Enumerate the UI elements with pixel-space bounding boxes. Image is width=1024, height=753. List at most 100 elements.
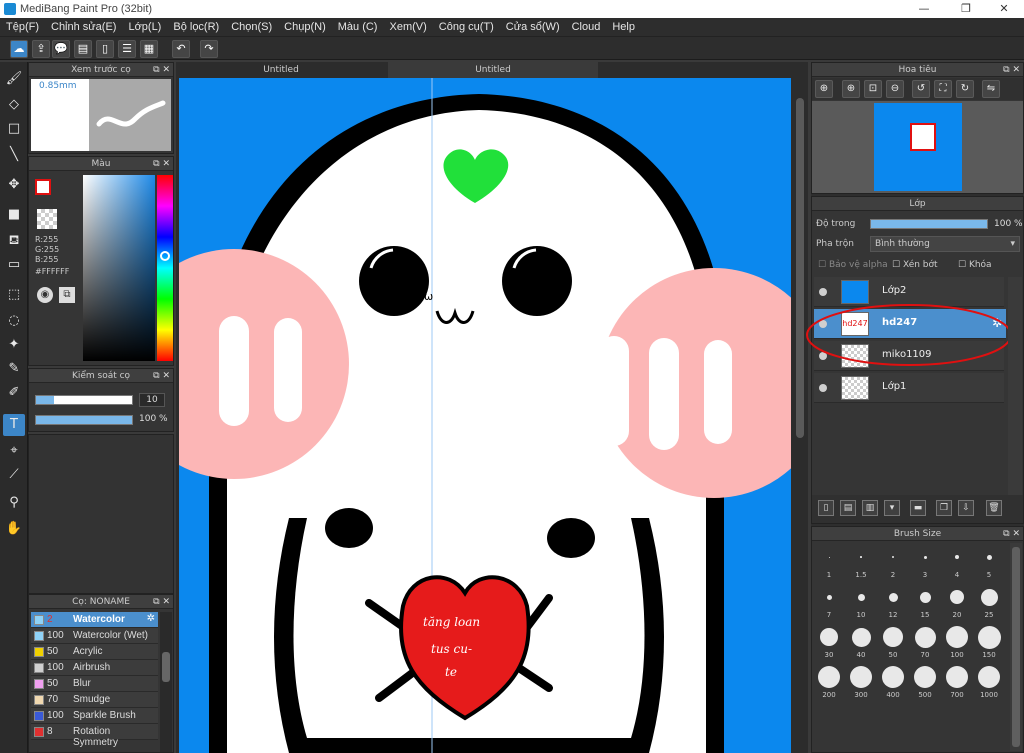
redo-icon[interactable]: ↷ [200,40,218,58]
document-tab[interactable]: Untitled [236,62,326,78]
transparent-swatch[interactable] [37,209,57,229]
new-layer-dropdown-icon[interactable]: ▾ [884,500,900,516]
comment-icon[interactable]: ▤ [74,40,92,58]
flip-icon[interactable]: ⇋ [982,80,1000,98]
checklist-icon[interactable]: ▦ [140,40,158,58]
document-tab-active[interactable]: Untitled [388,62,598,78]
lasso-tool-icon[interactable]: ◌ [3,310,25,332]
brush-item-rotation-symmetry[interactable]: 8 Rotation Symmetry [31,724,158,748]
zoom-out-icon[interactable]: ⊖ [886,80,904,98]
brush-size-cell[interactable]: 50 [878,623,908,661]
share-icon[interactable]: ⇪ [32,40,50,58]
zoom-plus-icon[interactable]: ⊕ [842,80,860,98]
select-rect-tool-icon[interactable]: ⬚ [3,284,25,306]
brush-size-cell[interactable]: 3 [910,543,940,581]
visibility-eye-icon[interactable] [819,288,827,296]
brush-size-cell[interactable]: 200 [814,663,844,701]
zoom-in-icon[interactable]: ⊕ [815,80,833,98]
brush-size-value[interactable]: 10 [139,393,165,407]
brush-size-cell[interactable]: 30 [814,623,844,661]
panel-float-close-icon[interactable]: ⧉ ✕ [153,157,170,171]
minimize-button[interactable]: — [904,0,944,18]
brush-size-scrollbar[interactable] [1010,543,1022,751]
brush-size-cell[interactable]: 12 [878,583,908,621]
menu-snap[interactable]: Chụp(N) [278,18,332,36]
brush-tool-icon[interactable]: 🖌 [3,68,25,90]
menu-help[interactable]: Help [606,18,641,36]
color-picker-icon[interactable]: ⧉ [59,287,75,303]
delete-layer-icon[interactable]: 🗑 [986,500,1002,516]
list-icon[interactable]: ☰ [118,40,136,58]
page-icon[interactable]: ▯ [96,40,114,58]
blend-mode-select[interactable]: Bình thường ▾ [870,236,1020,252]
new-halftone-layer-icon[interactable]: ▤ [840,500,856,516]
merge-down-icon[interactable]: ⇩ [958,500,974,516]
brush-size-cell[interactable]: 150 [974,623,1004,661]
primary-color-swatch[interactable] [35,179,51,195]
drawing-canvas[interactable]: ω tăng loan tus cu- te [179,78,791,753]
brush-size-cell[interactable]: 400 [878,663,908,701]
brush-size-cell[interactable]: 700 [942,663,972,701]
palette-icon[interactable]: ◉ [37,287,53,303]
menu-color[interactable]: Màu (C) [332,18,384,36]
brush-item-airbrush[interactable]: 100 Airbrush [31,660,158,676]
rotate-left-icon[interactable]: ↺ [912,80,930,98]
panel-float-close-icon[interactable]: ⧉ ✕ [1003,527,1020,541]
layer-scrollbar[interactable] [1008,277,1022,497]
menu-view[interactable]: Xem(V) [383,18,432,36]
brush-item-acrylic[interactable]: 50 Acrylic [31,644,158,660]
eyedropper-tool-icon[interactable]: ⚲ [3,492,25,514]
brush-item-sparkle[interactable]: 100 Sparkle Brush [31,708,158,724]
brush-size-cell[interactable]: 1.5 [846,543,876,581]
gradient-tool-icon[interactable]: ▭ [3,254,25,276]
menu-cloud[interactable]: Cloud [566,18,607,36]
move-tool-icon[interactable]: ✥ [3,174,25,196]
undo-icon[interactable]: ↶ [172,40,190,58]
brush-item-smudge[interactable]: 70 Smudge [31,692,158,708]
hue-slider[interactable] [157,175,173,361]
clipping-checkbox[interactable]: ☐ Xén bớt [892,260,938,270]
menu-select[interactable]: Chọn(S) [225,18,278,36]
brush-size-cell[interactable]: 5 [974,543,1004,581]
hand-tool-icon[interactable]: ✋ [3,518,25,540]
operation-tool-icon[interactable]: ⌖ [3,440,25,462]
menu-filter[interactable]: Bộ lọc(R) [167,18,225,36]
duplicate-layer-icon[interactable]: ❐ [936,500,952,516]
brush-size-cell[interactable]: 100 [942,623,972,661]
brush-item-blur[interactable]: 50 Blur [31,676,158,692]
select-eraser-tool-icon[interactable]: ✐ [3,382,25,404]
fit-screen-icon[interactable]: ⊡ [864,80,882,98]
brush-size-cell[interactable]: 300 [846,663,876,701]
brush-settings-gear-icon[interactable]: ✲ [147,613,155,624]
new-8bit-layer-icon[interactable]: ▥ [862,500,878,516]
visibility-eye-icon[interactable] [819,384,827,392]
bucket-tool-icon[interactable]: ⛾ [3,230,25,252]
panel-float-close-icon[interactable]: ⧉ ✕ [153,369,170,383]
protect-alpha-checkbox[interactable]: ☐ Bảo vệ alpha [818,260,888,270]
brush-size-cell[interactable]: 7 [814,583,844,621]
line-tool-icon[interactable]: ╲ [3,144,25,166]
cloud-icon[interactable]: ☁ [10,40,28,58]
menu-edit[interactable]: Chỉnh sửa(E) [45,18,122,36]
brush-size-cell[interactable]: 1000 [974,663,1004,701]
select-pen-tool-icon[interactable]: ✎ [3,358,25,380]
brush-size-cell[interactable]: 25 [974,583,1004,621]
layer-opacity-slider[interactable] [870,219,988,229]
brush-size-cell[interactable]: 70 [910,623,940,661]
menu-tools[interactable]: Công cụ(T) [433,18,500,36]
speech-bubble-icon[interactable]: 💬 [52,40,70,58]
lock-checkbox[interactable]: ☐ Khóa [958,260,992,270]
rectangle-tool-icon[interactable]: □ [3,118,25,140]
brush-size-cell[interactable]: 500 [910,663,940,701]
brush-size-cell[interactable]: 40 [846,623,876,661]
close-button[interactable]: ✕ [984,0,1024,18]
menu-layer[interactable]: Lớp(L) [122,18,167,36]
magic-wand-tool-icon[interactable]: ✦ [3,334,25,356]
menu-file[interactable]: Tệp(F) [0,18,45,36]
brush-size-slider[interactable] [35,395,133,405]
brush-size-cell[interactable]: 15 [910,583,940,621]
fill-rect-tool-icon[interactable]: ■ [3,204,25,226]
canvas-scrollbar[interactable] [794,78,806,753]
panel-float-close-icon[interactable]: ⧉ ✕ [1003,63,1020,77]
new-folder-icon[interactable]: ▬ [910,500,926,516]
